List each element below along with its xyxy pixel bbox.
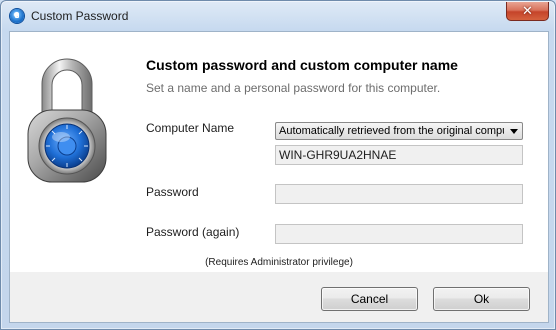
window-title: Custom Password [31,9,129,23]
computer-name-select[interactable]: Automatically retrieved from the origina… [275,122,523,140]
padlock-icon [27,58,107,183]
password-again-input[interactable] [275,224,523,244]
computer-name-field[interactable]: WIN-GHR9UA2HNAE [275,145,523,165]
dialog-subheading: Set a name and a personal password for t… [146,81,441,95]
button-bar: Cancel Ok [9,272,549,323]
password-input[interactable] [275,184,523,204]
cancel-button[interactable]: Cancel [321,287,418,311]
close-icon: ✕ [522,3,533,18]
ok-button[interactable]: Ok [433,287,530,311]
dialog-window: Custom Password ✕ Custom password and cu… [0,0,556,330]
content-panel: Custom password and custom computer name… [9,31,549,273]
dialog-heading: Custom password and custom computer name [146,57,458,73]
password-label: Password [146,185,199,199]
computer-name-select-value: Automatically retrieved from the origina… [279,125,504,137]
app-lock-icon [10,9,24,23]
computer-name-label: Computer Name [146,121,235,135]
chevron-down-icon[interactable] [510,129,518,134]
title-bar[interactable]: Custom Password ✕ [1,1,555,31]
password-again-label: Password (again) [146,225,240,239]
admin-privilege-note: (Requires Administrator privilege) [205,257,353,268]
close-button[interactable]: ✕ [506,2,549,21]
